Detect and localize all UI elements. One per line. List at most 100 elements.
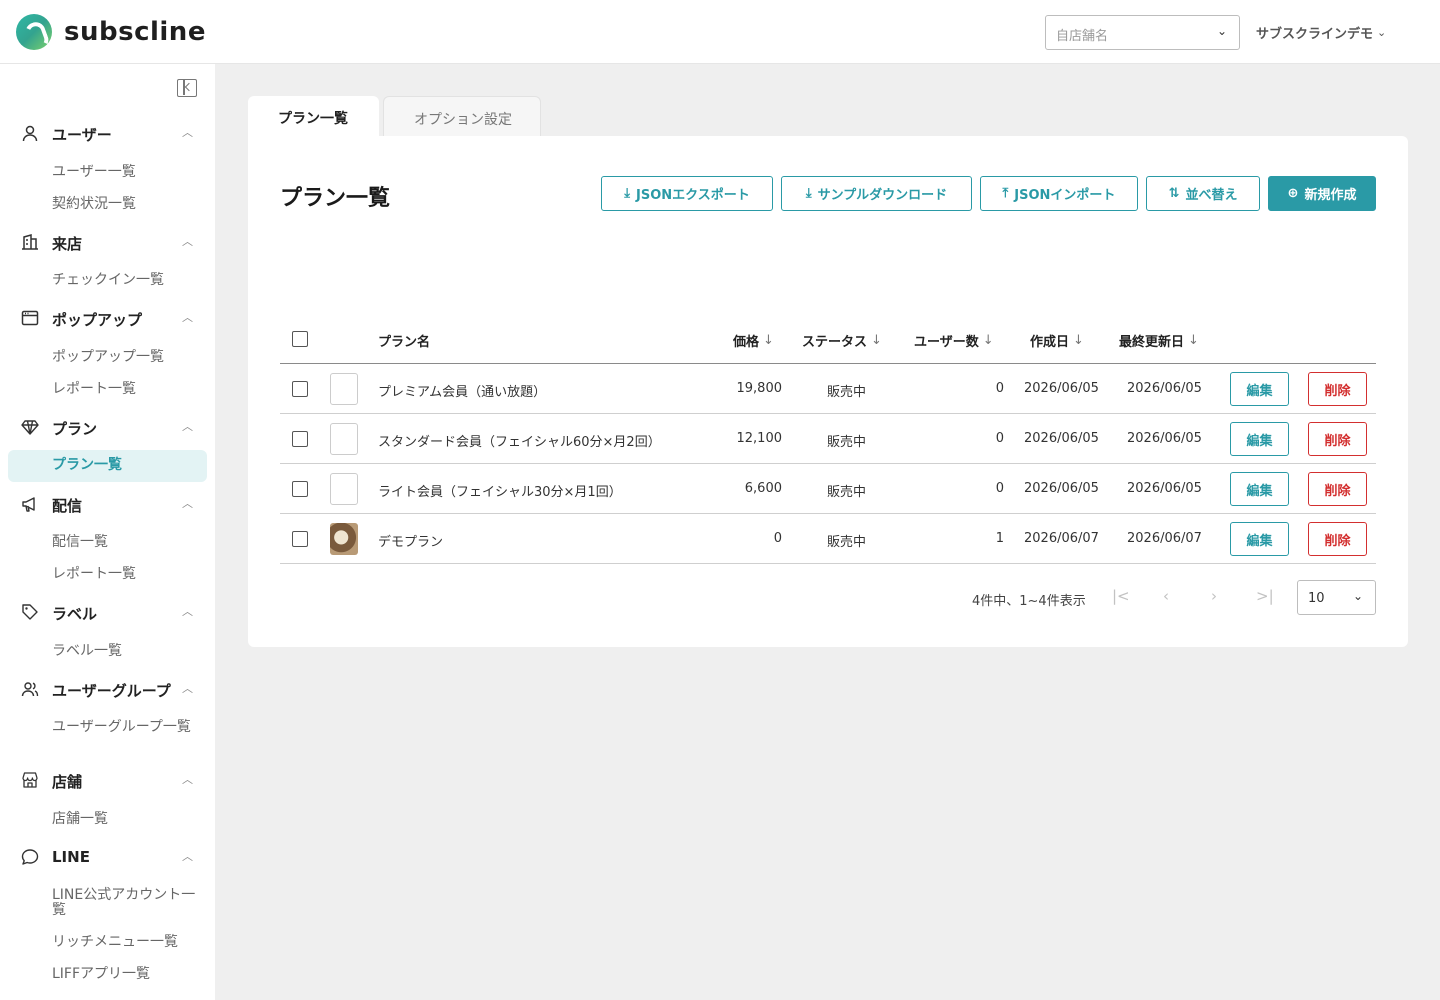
row-checkbox[interactable] [292, 431, 308, 447]
plan-users: 0 [995, 381, 1004, 396]
chevron-up-icon[interactable]: ︿ [182, 418, 193, 434]
delete-button[interactable]: 削除 [1308, 472, 1367, 506]
sample-download-button[interactable]: ⤓ サンプルダウンロード [781, 176, 972, 211]
prev-page-icon[interactable]: ‹ [1163, 587, 1169, 605]
plan-price: 12,100 [736, 431, 783, 446]
table-row[interactable]: プレミアム会員（通い放題） 19,800 販売中 0 2026/06/05 20… [280, 364, 1376, 414]
sidebar-item-popup-report-list[interactable]: レポート一覧 [52, 382, 197, 397]
table-header: プラン名 価格 ↓ ステータス ↓ ユーザー数 ↓ 作成日 ↓ 最終更新日 ↓ [280, 316, 1376, 364]
chevron-up-icon[interactable]: ︿ [182, 124, 193, 140]
chevron-up-icon[interactable]: ︿ [182, 771, 193, 787]
chevron-down-icon: ⌄ [1377, 26, 1387, 39]
sidebar-group-popup[interactable]: ポップアップ ︿ [0, 307, 215, 331]
select-all-checkbox[interactable] [292, 331, 308, 347]
edit-button[interactable]: 編集 [1230, 422, 1289, 456]
sidebar-group-delivery[interactable]: 配信 ︿ [0, 493, 215, 517]
col-name[interactable]: プラン名 [378, 331, 430, 350]
plan-thumbnail [330, 473, 358, 505]
col-status-label: ステータス [802, 335, 868, 350]
plan-created: 2026/06/05 [1024, 481, 1099, 496]
sidebar-group-visit[interactable]: 来店 ︿ [0, 231, 215, 255]
delete-button[interactable]: 削除 [1308, 372, 1367, 406]
plan-status: 販売中 [827, 435, 867, 450]
gem-icon [20, 418, 40, 438]
sidebar-item-contract-status[interactable]: 契約状況一覧 [52, 197, 197, 212]
col-created[interactable]: 作成日 ↓ [1030, 331, 1084, 350]
sort-label: 並べ替え [1185, 188, 1238, 203]
table-row[interactable]: スタンダード会員（フェイシャル60分×月2回） 12,100 販売中 0 202… [280, 414, 1376, 464]
chevron-up-icon[interactable]: ︿ [182, 233, 193, 249]
row-checkbox[interactable] [292, 481, 308, 497]
sidebar-item-label-list[interactable]: ラベル一覧 [52, 644, 197, 659]
plan-status: 販売中 [827, 485, 867, 500]
arrow-down-icon: ↓ [982, 333, 994, 348]
delete-button[interactable]: 削除 [1308, 522, 1367, 556]
chevron-up-icon[interactable]: ︿ [182, 309, 193, 325]
download-icon: ⤓ [805, 186, 812, 201]
sidebar-item-plan-list[interactable]: プラン一覧 [8, 450, 207, 482]
plan-updated: 2026/06/05 [1127, 481, 1202, 496]
tab-plan-list[interactable]: プラン一覧 [248, 96, 379, 136]
row-checkbox[interactable] [292, 531, 308, 547]
plan-created: 2026/06/05 [1024, 381, 1099, 396]
sidebar-item-user-list[interactable]: ユーザー一覧 [52, 165, 197, 180]
sidebar-item-liff-app-list[interactable]: LIFFアプリ一覧 [52, 967, 197, 982]
col-updated[interactable]: 最終更新日 ↓ [1119, 331, 1199, 350]
edit-button[interactable]: 編集 [1230, 372, 1289, 406]
building-icon [20, 233, 40, 253]
sidebar-group-line[interactable]: LINE ︿ [0, 846, 215, 870]
plan-name: デモプラン [378, 535, 444, 550]
tab-option-settings[interactable]: オプション設定 [383, 96, 541, 136]
table-row[interactable]: ライト会員（フェイシャル30分×月1回） 6,600 販売中 0 2026/06… [280, 464, 1376, 514]
json-import-button[interactable]: ⤒ JSONインポート [980, 176, 1138, 211]
delete-button[interactable]: 削除 [1308, 422, 1367, 456]
sort-button[interactable]: ⇅ 並べ替え [1146, 176, 1260, 211]
sidebar-item-store-list[interactable]: 店舗一覧 [52, 812, 197, 827]
logo[interactable]: subscline [16, 14, 206, 50]
chevron-up-icon[interactable]: ︿ [182, 680, 193, 696]
row-checkbox[interactable] [292, 381, 308, 397]
sidebar-item-delivery-list[interactable]: 配信一覧 [52, 535, 197, 550]
sidebar-item-user-group-list[interactable]: ユーザーグループ一覧 [52, 720, 197, 735]
chevron-up-icon[interactable]: ︿ [182, 603, 193, 619]
sidebar-group-store[interactable]: 店舗 ︿ [0, 769, 215, 793]
sidebar-group-label: 来店 [52, 235, 83, 253]
chevron-up-icon[interactable]: ︿ [182, 848, 193, 864]
sidebar-group-user[interactable]: ユーザー ︿ [0, 122, 215, 146]
sidebar-item-rich-menu-list[interactable]: リッチメニュー一覧 [52, 935, 197, 950]
col-price-label: 価格 [733, 335, 760, 350]
sidebar-group-plan[interactable]: プラン ︿ [0, 416, 215, 440]
pagination-info: 4件中、1~4件表示 [972, 594, 1086, 609]
arrow-down-icon: ↓ [763, 333, 774, 348]
sidebar-item-line-account-list[interactable]: LINE公式アカウント一覧 [52, 888, 197, 918]
table-row[interactable]: デモプラン 0 販売中 1 2026/06/07 2026/06/07 編集 削… [280, 514, 1376, 564]
json-export-button[interactable]: ⤓ JSONエクスポート [601, 176, 773, 211]
plan-updated: 2026/06/05 [1127, 431, 1202, 446]
sidebar-item-delivery-report-list[interactable]: レポート一覧 [52, 567, 197, 582]
sidebar-item-popup-list[interactable]: ポップアップ一覧 [52, 350, 197, 365]
page-size-select[interactable]: 10 ⌄ [1297, 580, 1376, 615]
store-select[interactable]: 自店舗名 ⌄ [1045, 15, 1240, 50]
account-menu[interactable]: サブスクラインデモ ⌄ [1256, 23, 1386, 42]
plan-users: 1 [995, 531, 1004, 546]
edit-button[interactable]: 編集 [1230, 522, 1289, 556]
collapse-sidebar-icon[interactable] [177, 79, 197, 97]
json-export-label: JSONエクスポート [636, 188, 750, 203]
next-page-icon[interactable]: › [1211, 587, 1217, 605]
store-icon [20, 771, 40, 791]
arrow-down-icon: ↓ [1073, 333, 1084, 348]
sidebar-group-user-group[interactable]: ユーザーグループ ︿ [0, 678, 215, 702]
window-icon [20, 309, 40, 329]
edit-button[interactable]: 編集 [1230, 472, 1289, 506]
last-page-icon[interactable]: >| [1256, 587, 1274, 605]
col-users-label: ユーザー数 [914, 335, 979, 350]
sidebar-group-label: 配信 [52, 497, 83, 515]
chevron-up-icon[interactable]: ︿ [182, 495, 193, 511]
first-page-icon[interactable]: |< [1112, 587, 1130, 605]
col-status[interactable]: ステータス ↓ [802, 331, 882, 350]
col-price[interactable]: 価格 ↓ [733, 331, 774, 350]
sidebar-item-checkin-list[interactable]: チェックイン一覧 [52, 273, 197, 288]
create-button[interactable]: ⊕ 新規作成 [1268, 176, 1376, 211]
sidebar-group-label-section[interactable]: ラベル ︿ [0, 601, 215, 625]
col-users[interactable]: ユーザー数 ↓ [914, 331, 994, 350]
